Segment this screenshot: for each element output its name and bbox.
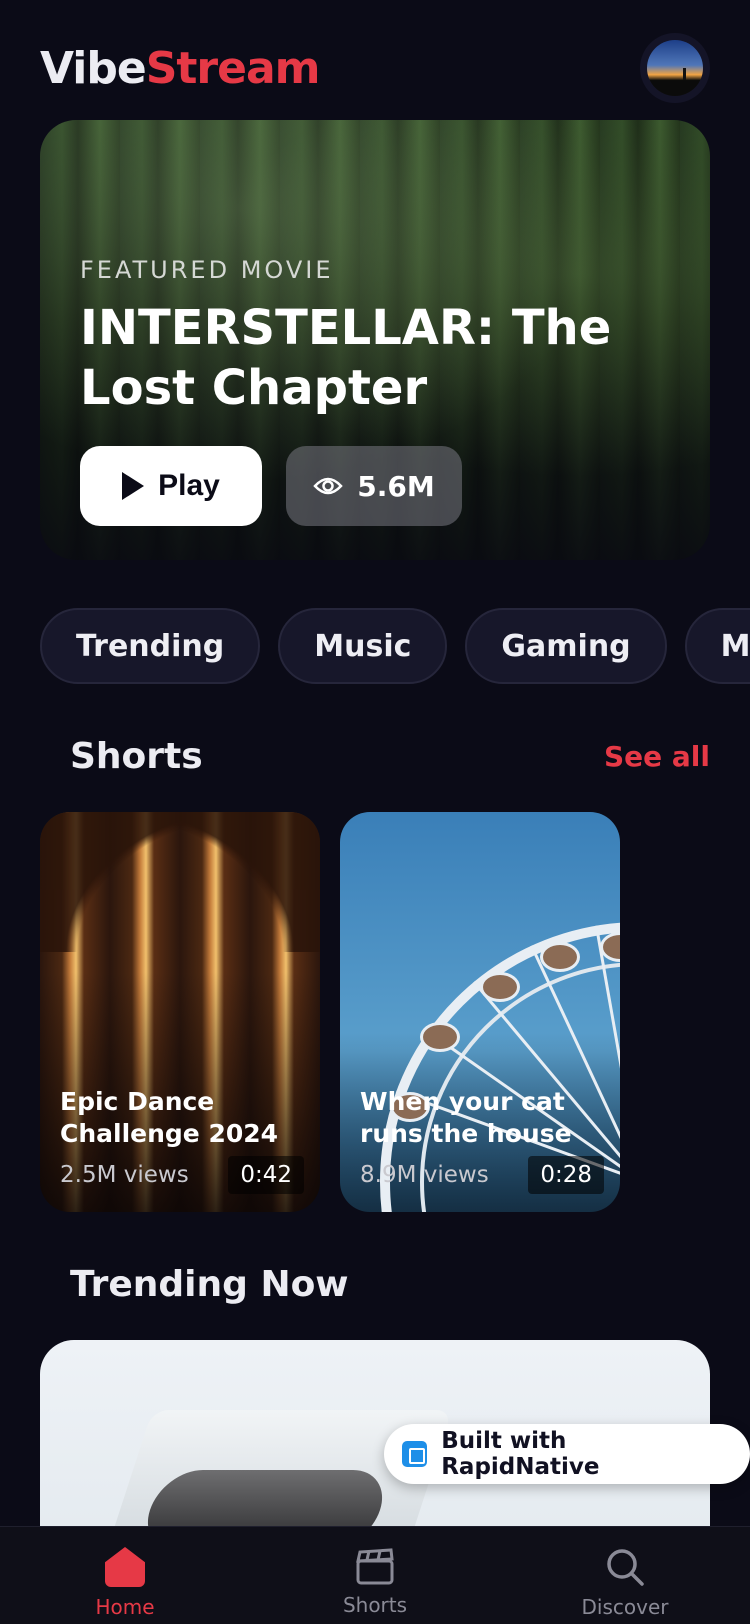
chip-gaming[interactable]: Gaming: [465, 608, 667, 684]
play-button[interactable]: Play: [80, 446, 262, 526]
hero-actions: Play 5.6M: [80, 446, 670, 526]
eye-icon: [313, 476, 343, 496]
shorts-section-header: Shorts See all: [70, 736, 710, 777]
search-icon: [605, 1547, 645, 1587]
logo-vibe: Vibe: [40, 42, 147, 94]
avatar-image: [647, 40, 703, 96]
hero-title: INTERSTELLAR: The Lost Chapter: [80, 300, 612, 416]
nav-shorts-label: Shorts: [342, 1593, 408, 1617]
short-views: 8.9M views: [360, 1162, 489, 1188]
nav-home-label: Home: [95, 1595, 155, 1619]
views-button[interactable]: 5.6M: [286, 446, 462, 526]
chip-music[interactable]: Music: [278, 608, 448, 684]
header: VibeStream: [40, 30, 710, 106]
short-meta: Epic Dance Challenge 2024 2.5M views 0:4…: [60, 1086, 304, 1194]
featured-movie-card[interactable]: FEATURED MOVIE INTERSTELLAR: The Lost Ch…: [40, 120, 710, 560]
logo-stream: Stream: [145, 42, 321, 94]
category-chips: Trending Music Gaming Movies: [40, 608, 750, 684]
hero-label: FEATURED MOVIE: [80, 256, 334, 284]
play-icon: [122, 472, 145, 500]
chip-trending[interactable]: Trending: [40, 608, 261, 684]
nav-discover-label: Discover: [581, 1595, 669, 1619]
clapper-icon: [355, 1547, 395, 1585]
badge-label: Built with RapidNative: [441, 1428, 600, 1480]
hero-content: FEATURED MOVIE INTERSTELLAR: The Lost Ch…: [80, 256, 670, 526]
short-duration: 0:28: [528, 1156, 604, 1194]
trending-section-header: Trending Now: [70, 1264, 710, 1305]
home-icon: [105, 1547, 145, 1587]
app-logo[interactable]: VibeStream: [40, 42, 321, 94]
shorts-title: Shorts: [70, 736, 203, 777]
short-info-row: 2.5M views 0:42: [60, 1156, 304, 1194]
short-title: When your cat runs the house: [360, 1087, 572, 1148]
short-thumbnail: [40, 812, 320, 952]
chip-movies[interactable]: Movies: [684, 608, 750, 684]
short-info-row: 8.9M views 0:28: [360, 1156, 604, 1194]
short-views: 2.5M views: [60, 1162, 189, 1188]
short-duration: 0:42: [228, 1156, 304, 1194]
nav-home[interactable]: Home: [25, 1527, 225, 1624]
short-card[interactable]: Epic Dance Challenge 2024 2.5M views 0:4…: [40, 812, 320, 1212]
built-with-badge[interactable]: Built with RapidNative: [384, 1424, 750, 1484]
nav-shorts[interactable]: Shorts: [275, 1527, 475, 1624]
nav-discover[interactable]: Discover: [525, 1527, 725, 1624]
play-button-label: Play: [158, 469, 220, 502]
rapidnative-logo-icon: [402, 1441, 428, 1467]
app-screen: VibeStream FEATURED MOVIE INTERSTELLAR: …: [0, 0, 750, 1624]
short-title: Epic Dance Challenge 2024: [60, 1087, 279, 1148]
trending-title: Trending Now: [70, 1264, 349, 1305]
see-all-link[interactable]: See all: [604, 740, 710, 773]
bottom-nav: Home Shorts Discover: [0, 1526, 750, 1624]
short-card[interactable]: When your cat runs the house 8.9M views …: [340, 812, 620, 1212]
avatar[interactable]: [640, 33, 710, 103]
views-count: 5.6M: [357, 469, 435, 503]
short-meta: When your cat runs the house 8.9M views …: [360, 1086, 604, 1194]
